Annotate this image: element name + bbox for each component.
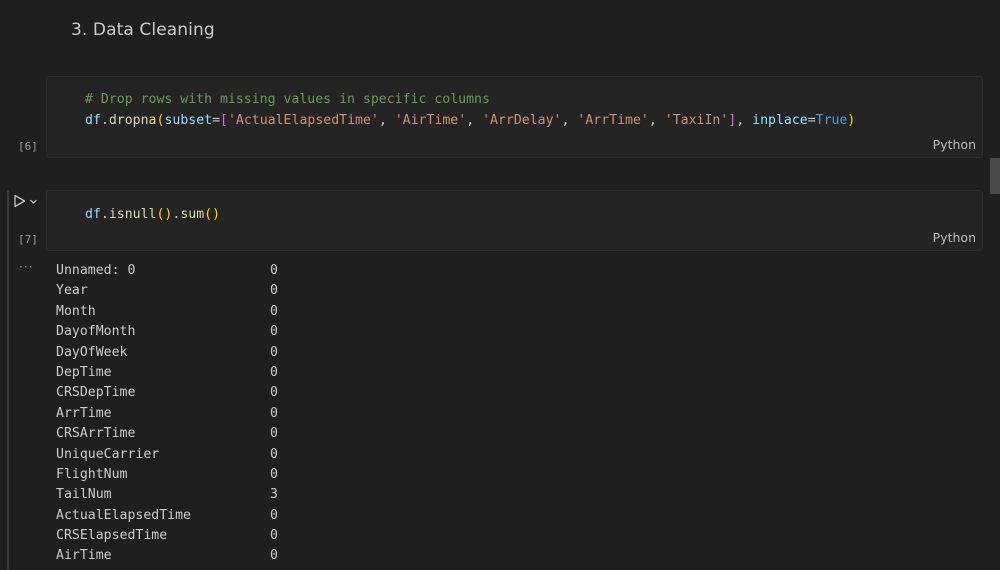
output-row-name: Unnamed: 0 <box>56 263 136 278</box>
output-row: CRSArrTime 0 <box>56 424 296 444</box>
scrollbar-track[interactable] <box>990 0 1000 570</box>
code-token-param: inplace <box>752 113 808 128</box>
output-row-name: UniqueCarrier <box>56 446 160 462</box>
markdown-heading: 3. Data Cleaning <box>71 20 215 40</box>
output-row: Unnamed: 0 0 <box>56 261 296 281</box>
play-icon[interactable] <box>13 194 26 208</box>
code-token-var: df <box>85 207 101 222</box>
output-row-name: Year <box>56 283 88 299</box>
code-token-func: isnull <box>108 207 157 222</box>
output-row: DayofMonth 0 <box>56 322 296 342</box>
cell-focus-indicator <box>7 190 9 570</box>
execution-count-6: [6] <box>18 140 38 153</box>
code-token-keyword: True <box>815 113 848 128</box>
code-line-comment: # Drop rows with missing values in speci… <box>85 89 855 110</box>
code-token-dot: . <box>100 113 109 128</box>
output-row: FlightNum 0 <box>56 465 296 485</box>
code-token-paren-close: ) <box>847 113 856 128</box>
output-row: TailNum 3 <box>56 485 296 505</box>
output-row: Year 0 <box>56 281 296 301</box>
output-row-value: 0 <box>270 385 278 401</box>
output-row-name: DayofMonth <box>56 324 136 340</box>
output-row-value: 0 <box>270 548 278 564</box>
output-row-value: 0 <box>270 466 278 482</box>
output-row-name: CRSArrTime <box>56 426 136 442</box>
output-row-name: AirTime <box>56 548 112 564</box>
output-row-name: TailNum <box>56 487 112 503</box>
code-token-func: dropna <box>108 113 157 128</box>
code-token-comma: , <box>466 113 483 128</box>
code-token-string: 'ArrDelay' <box>482 113 562 128</box>
run-cell-button[interactable] <box>13 192 45 210</box>
output-row-value: 0 <box>270 446 278 462</box>
output-row-value: 0 <box>270 303 278 319</box>
output-row-value: 0 <box>270 507 278 523</box>
code-cell-6[interactable]: # Drop rows with missing values in speci… <box>46 76 983 158</box>
output-row: CRSDepTime 0 <box>56 383 296 403</box>
output-row: UniqueCarrier 0 <box>56 445 296 465</box>
output-row-value: 0 <box>270 344 278 360</box>
output-row-name: ActualElapsedTime <box>56 507 191 523</box>
code-line-dropna: df.dropna(subset=['ActualElapsedTime', '… <box>85 110 855 131</box>
code-token-comma: , <box>648 113 665 128</box>
code-token-eq: = <box>807 113 816 128</box>
cell-output: Unnamed: 0 0 Year 0 Month 0 DayofMonth 0 Day… <box>56 261 296 567</box>
code-token-dot: . <box>100 207 109 222</box>
code-comment: # Drop rows with missing values in speci… <box>85 92 490 107</box>
code-token-var: df <box>85 113 101 128</box>
output-row-name: CRSDepTime <box>56 385 136 401</box>
output-row-name: DepTime <box>56 364 112 380</box>
output-row-value: 0 <box>270 263 278 278</box>
output-row-name: Month <box>56 303 96 319</box>
code-editor-7[interactable]: df.isnull().sum() <box>85 204 220 225</box>
output-row-value: 0 <box>270 528 278 544</box>
code-token-bracket-open: [ <box>220 113 228 128</box>
cell-language-label[interactable]: Python <box>933 137 976 152</box>
output-row: AirTime 0 <box>56 546 296 566</box>
code-token-comma: , <box>561 113 578 128</box>
code-editor-6[interactable]: # Drop rows with missing values in speci… <box>85 89 855 131</box>
code-token-string: 'ArrTime' <box>577 113 649 128</box>
scrollbar-thumb[interactable] <box>990 158 1000 194</box>
notebook-editor: 3. Data Cleaning # Drop rows with missin… <box>0 0 1000 570</box>
output-row: Month 0 <box>56 302 296 322</box>
output-actions-ellipsis[interactable]: ··· <box>19 260 33 274</box>
code-cell-7[interactable]: df.isnull().sum() Python <box>46 190 983 251</box>
output-row: ActualElapsedTime 0 <box>56 506 296 526</box>
cell-language-label[interactable]: Python <box>933 230 976 245</box>
output-row-value: 0 <box>270 405 278 421</box>
output-row: DepTime 0 <box>56 363 296 383</box>
output-row-value: 0 <box>270 283 278 299</box>
output-row: CRSElapsedTime 0 <box>56 526 296 546</box>
output-row-value: 0 <box>270 426 278 442</box>
output-row-value: 0 <box>270 364 278 380</box>
chevron-down-icon[interactable] <box>29 197 38 206</box>
code-token-string: 'TaxiIn' <box>664 113 729 128</box>
code-token-string: 'ActualElapsedTime' <box>227 113 379 128</box>
code-token-string: 'AirTime' <box>394 113 467 128</box>
execution-count-7: [7] <box>18 233 38 246</box>
output-row-name: DayOfWeek <box>56 344 128 360</box>
code-token-eq: = <box>212 113 221 128</box>
code-token-param: subset <box>164 113 213 128</box>
code-token-parens: () <box>204 207 221 222</box>
code-token-comma: , <box>736 113 753 128</box>
output-row-name: ArrTime <box>56 405 112 421</box>
code-token-comma: , <box>378 113 395 128</box>
output-row-value: 0 <box>270 324 278 340</box>
output-row-name: CRSElapsedTime <box>56 528 168 544</box>
output-row-name: FlightNum <box>56 466 128 482</box>
output-row-value: 3 <box>270 487 278 503</box>
code-token-parens: () <box>156 207 173 222</box>
code-token-func: sum <box>180 207 205 222</box>
output-row: DayOfWeek 0 <box>56 343 296 363</box>
output-row: ArrTime 0 <box>56 404 296 424</box>
